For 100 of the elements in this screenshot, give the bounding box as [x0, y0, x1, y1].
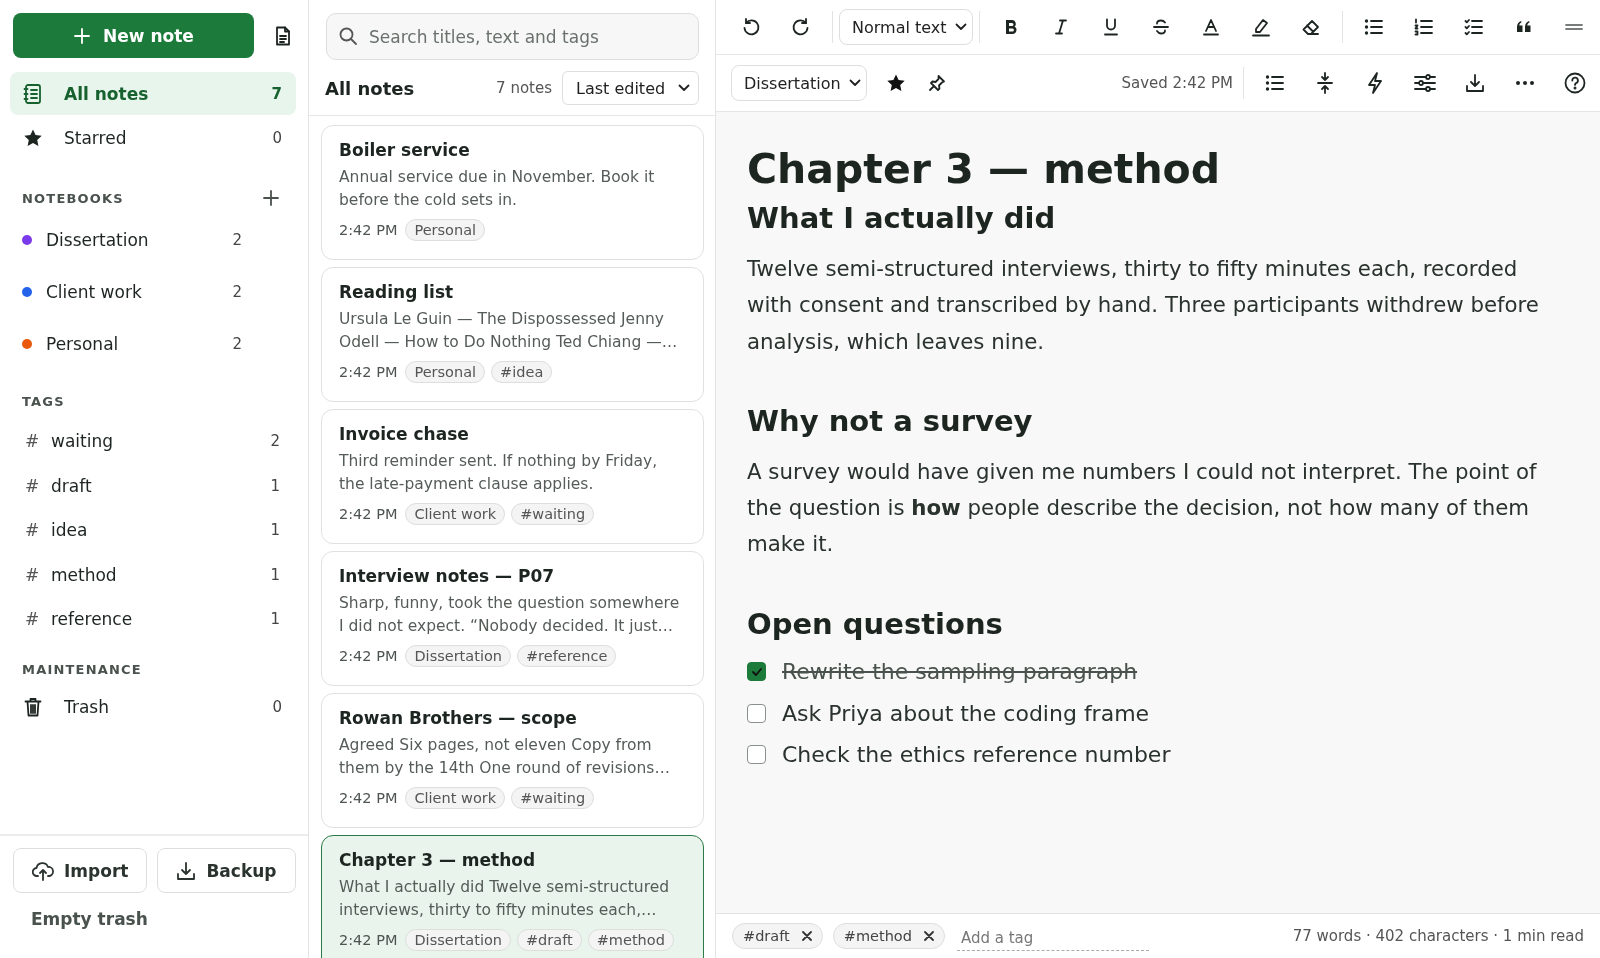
note-card[interactable]: Interview notes — P07 Sharp, funny, took the question somewhere I did not expect. “Nobody decided. It just… 2:42 PM Dissertation #reference	[321, 551, 704, 686]
sort-dropdown[interactable]: Last edited	[562, 71, 699, 105]
note-tag: Dissertation	[405, 929, 511, 951]
note-tag: Client work	[405, 503, 506, 525]
tag-chip[interactable]: #method	[832, 923, 945, 949]
note-title: Interview notes — P07	[339, 566, 556, 586]
note-tag: Personal	[405, 219, 486, 241]
chevron-down-icon	[678, 84, 690, 92]
note-card[interactable]: Invoice chase Third reminder sent. If nothing by Friday, the late-payment clause applies. 2:42 PM Client work #waiting	[321, 409, 704, 544]
notebook-item[interactable]: Client work 2	[0, 266, 308, 318]
notebook-dropdown[interactable]: Dissertation	[731, 65, 867, 101]
sidebar-item[interactable]: All notes 7	[10, 72, 296, 115]
note-title: Rowan Brothers — scope	[339, 708, 578, 728]
plus-icon	[73, 26, 92, 45]
sliders-icon	[1414, 73, 1436, 93]
more-icon	[1515, 80, 1535, 86]
upload-icon	[32, 860, 54, 881]
note-tag: #idea	[491, 361, 553, 383]
note-snippet: Annual service due in November. Book it before the cold sets in.	[339, 167, 656, 211]
note-time: 2:42 PM	[339, 648, 398, 664]
close-icon[interactable]	[923, 931, 934, 941]
new-note-button[interactable]: New note	[13, 13, 254, 58]
pin-icon	[928, 74, 946, 92]
task-text: Check the ethics reference number	[782, 742, 1171, 768]
sidebar-item[interactable]: Starred 0	[10, 116, 296, 159]
save-status: Saved 2:42 PM	[1121, 74, 1233, 92]
note-snippet: What I actually did Twelve semi-structured interviews, thirty to fifty minutes each,…	[339, 877, 671, 921]
checkbox[interactable]	[747, 662, 766, 682]
text-color-icon	[1202, 18, 1220, 36]
add-icon[interactable]	[262, 189, 280, 207]
section-heading: MAINTENANCE	[22, 662, 142, 677]
note-heading: Chapter 3 — method	[747, 144, 1222, 195]
note-snippet: Agreed Six pages, not eleven Copy from them by the 14th One round of revisions…	[339, 735, 671, 779]
search-field[interactable]: Search titles, text and tags	[326, 13, 699, 60]
download-icon	[1465, 73, 1485, 93]
tag-item[interactable]: # draft 1	[0, 463, 308, 508]
star-icon	[886, 73, 906, 93]
note-time: 2:42 PM	[339, 222, 398, 238]
tag-item[interactable]: # method 1	[0, 552, 308, 597]
note-snippet: Sharp, funny, took the question somewhere I did not expect. “Nobody decided. It just…	[339, 593, 681, 637]
note-time: 2:42 PM	[339, 790, 398, 806]
list-icon	[1265, 74, 1285, 92]
note-title: Reading list	[339, 282, 455, 302]
text-style-dropdown[interactable]: Normal text	[839, 9, 973, 45]
underline-icon	[1103, 18, 1119, 36]
note-card[interactable]: Reading list Ursula Le Guin — The Dispossessed Jenny Odell — How to Do Nothing Ted Chiang —… 2:42 PM Personal #idea	[321, 267, 704, 402]
note-card[interactable]: Rowan Brothers — scope Agreed Six pages, not eleven Copy from them by the 14th One round of revisions… 2:42 PM Client work #waiting	[321, 693, 704, 828]
divider-icon	[1564, 21, 1584, 33]
section-heading: Open questions	[747, 605, 1004, 643]
backup-button[interactable]: Backup	[157, 848, 296, 893]
sidebar-item[interactable]: Trash 0	[10, 685, 296, 729]
note-time: 2:42 PM	[339, 932, 398, 948]
help-icon	[1564, 72, 1586, 94]
bullet-list-icon	[1364, 18, 1384, 36]
note-title: Boiler service	[339, 140, 471, 160]
note-card[interactable]: Chapter 3 — method What I actually did Twelve semi-structured interviews, thirty to fifty minutes each,… 2:42 PM Dissertation #draft #method	[321, 835, 704, 958]
notebook-item[interactable]: Dissertation 2	[0, 214, 308, 266]
empty-trash-button[interactable]: Empty trash	[31, 909, 148, 929]
note-tag: #waiting	[511, 787, 595, 809]
section-heading: Why not a survey	[747, 402, 1034, 440]
tag-item[interactable]: # waiting 2	[0, 419, 308, 464]
close-icon[interactable]	[801, 931, 812, 941]
note-title: Invoice chase	[339, 424, 470, 444]
undo-icon	[741, 17, 761, 37]
notebook-item[interactable]: Personal 2	[0, 318, 308, 370]
tag-input[interactable]: Add a tag	[956, 921, 1149, 951]
tag-chip[interactable]: #draft	[732, 923, 823, 949]
word-count: 77 words · 402 characters · 1 min read	[1292, 927, 1584, 945]
chevron-down-icon	[954, 23, 967, 31]
note-snippet: Third reminder sent. If nothing by Friday, the late-payment clause applies.	[339, 451, 659, 495]
bold-icon	[1004, 19, 1018, 35]
document-icon[interactable]	[274, 25, 292, 46]
import-button[interactable]: Import	[13, 848, 148, 893]
note-tag: #draft	[516, 929, 582, 951]
task-text: Rewrite the sampling paragraph	[782, 659, 1138, 685]
strikethrough-icon	[1152, 18, 1170, 36]
notes-icon	[22, 82, 44, 105]
section-heading: NOTEBOOKS	[22, 190, 124, 206]
expand-icon	[1316, 72, 1334, 94]
checkbox[interactable]	[747, 745, 766, 765]
note-tag: #method	[587, 929, 674, 951]
numbered-list-icon	[1414, 18, 1434, 36]
task-text: Ask Priya about the coding frame	[782, 700, 1150, 726]
note-tag: Personal	[405, 361, 486, 383]
tag-item[interactable]: # idea 1	[0, 508, 308, 553]
note-tag: Dissertation	[405, 645, 511, 667]
section-heading: TAGS	[22, 393, 65, 409]
note-card[interactable]: Boiler service Annual service due in November. Book it before the cold sets in. 2:42 PM Personal	[321, 125, 704, 260]
redo-icon	[791, 17, 811, 37]
note-tag: #waiting	[511, 503, 595, 525]
checkbox[interactable]	[747, 703, 766, 723]
quote-icon	[1516, 20, 1532, 34]
list-title: All notes	[325, 77, 416, 99]
tag-item[interactable]: # reference 1	[0, 597, 308, 642]
chevron-down-icon	[848, 79, 861, 87]
note-tag: Client work	[405, 787, 506, 809]
note-snippet: Ursula Le Guin — The Dispossessed Jenny Odell — How to Do Nothing Ted Chiang —…	[339, 309, 679, 353]
paragraph: A survey would have given me numbers I could not interpret. The point of the question is how people describe the decision, not how many of them make it.	[747, 457, 1538, 559]
checklist-icon	[1464, 18, 1484, 36]
bolt-icon	[1366, 72, 1384, 94]
